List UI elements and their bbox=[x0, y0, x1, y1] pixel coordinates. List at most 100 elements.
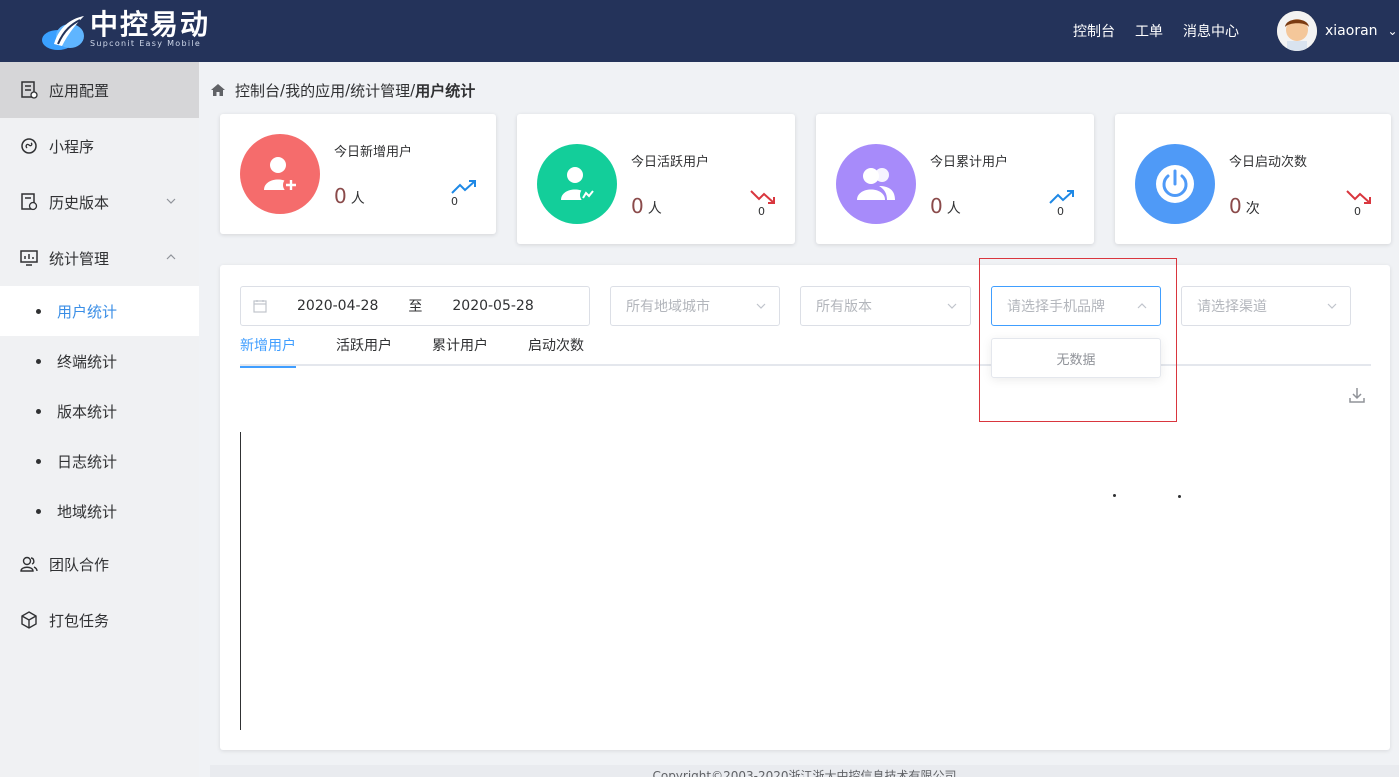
card-label: 今日启动次数 bbox=[1229, 155, 1308, 170]
card-value-unit: 人 bbox=[350, 191, 365, 207]
sidebar: 应用配置 小程序 历史版本 统计管理 用户统计 终端统计 版本统计 日志统计 地… bbox=[0, 62, 199, 777]
trend-down-icon bbox=[750, 190, 775, 204]
stats-tabs: 新增用户 活跃用户 累计用户 启动次数 bbox=[240, 333, 1371, 368]
sidebar-subitem-label: 终端统计 bbox=[57, 352, 118, 371]
avatar-face-icon bbox=[1277, 11, 1317, 51]
version-select[interactable]: 所有版本 bbox=[800, 286, 971, 326]
logo-subtitle: Supconit Easy Mobile bbox=[90, 39, 202, 48]
chevron-down-icon[interactable] bbox=[165, 195, 177, 207]
add-user-icon bbox=[240, 134, 320, 214]
footer-copyright: Copyright©2003-2020浙江浙大中控信息技术有限公司 bbox=[210, 765, 1399, 777]
trend-up-icon bbox=[451, 180, 476, 194]
tab-launch-count[interactable]: 启动次数 bbox=[528, 333, 584, 366]
sidebar-subitem-region-stats[interactable]: 地域统计 bbox=[0, 486, 199, 536]
power-icon bbox=[1135, 144, 1215, 224]
card-value: 0人 bbox=[334, 184, 365, 208]
trend-value: 0 bbox=[1354, 205, 1361, 218]
stats-panel: 2020-04-28 至 2020-05-28 所有地域城市 所有版本 请选择手… bbox=[220, 265, 1390, 750]
card-value-number: 0 bbox=[930, 194, 943, 218]
breadcrumb-statistics[interactable]: 统计管理 bbox=[350, 80, 410, 101]
logo-cloud-icon bbox=[42, 16, 84, 50]
sidebar-item-statistics[interactable]: 统计管理 bbox=[0, 230, 199, 286]
trend-down-icon bbox=[1346, 190, 1371, 204]
active-user-icon bbox=[537, 144, 617, 224]
username[interactable]: xiaoran bbox=[1325, 23, 1378, 39]
chevron-down-icon bbox=[1327, 303, 1337, 309]
app-config-icon bbox=[18, 79, 40, 101]
sidebar-item-label: 团队合作 bbox=[49, 555, 110, 574]
top-header: 中控易动 Supconit Easy Mobile 控制台 工单 消息中心 xi… bbox=[0, 0, 1399, 62]
region-select[interactable]: 所有地域城市 bbox=[610, 286, 780, 326]
date-end-input[interactable]: 2020-05-28 bbox=[452, 298, 533, 314]
sidebar-subitem-label: 用户统计 bbox=[57, 302, 118, 321]
logo[interactable]: 中控易动 Supconit Easy Mobile bbox=[40, 8, 210, 54]
brand-select[interactable]: 请选择手机品牌 bbox=[991, 286, 1161, 326]
sidebar-item-mini-program[interactable]: 小程序 bbox=[0, 118, 199, 174]
brand-dropdown: 无数据 bbox=[991, 338, 1161, 378]
tab-active-users[interactable]: 活跃用户 bbox=[336, 333, 392, 366]
nav-work-order[interactable]: 工单 bbox=[1135, 21, 1163, 41]
sidebar-subitem-log-stats[interactable]: 日志统计 bbox=[0, 436, 199, 486]
home-icon[interactable] bbox=[210, 82, 226, 98]
bullet-icon bbox=[36, 308, 41, 314]
user-menu[interactable]: xiaoran ⌄ bbox=[1277, 0, 1399, 62]
sidebar-subitem-version-stats[interactable]: 版本统计 bbox=[0, 386, 199, 436]
tab-total-users[interactable]: 累计用户 bbox=[432, 333, 488, 366]
channel-select[interactable]: 请选择渠道 bbox=[1181, 286, 1351, 326]
card-label: 今日新增用户 bbox=[334, 145, 413, 160]
card-value: 0人 bbox=[930, 194, 961, 218]
bullet-icon bbox=[36, 458, 41, 464]
card-label: 今日累计用户 bbox=[930, 155, 1009, 170]
statistics-icon bbox=[18, 247, 40, 269]
breadcrumb-console[interactable]: 控制台 bbox=[235, 80, 280, 101]
sidebar-item-app-config[interactable]: 应用配置 bbox=[0, 62, 199, 118]
avatar[interactable] bbox=[1277, 11, 1317, 51]
sidebar-item-team[interactable]: 团队合作 bbox=[0, 536, 199, 592]
card-new-users: 今日新增用户 0人 0 bbox=[220, 114, 496, 234]
chevron-down-icon[interactable]: ⌄ bbox=[1388, 24, 1398, 38]
calendar-icon bbox=[253, 300, 267, 313]
sidebar-subitem-label: 版本统计 bbox=[57, 402, 118, 421]
date-range-picker[interactable]: 2020-04-28 至 2020-05-28 bbox=[240, 286, 590, 326]
trend-value: 0 bbox=[1057, 205, 1064, 218]
chevron-up-icon bbox=[1137, 303, 1147, 309]
channel-select-placeholder: 请选择渠道 bbox=[1197, 299, 1267, 315]
package-icon bbox=[18, 609, 40, 631]
trend-value: 0 bbox=[451, 195, 458, 208]
chart-axis-line bbox=[240, 432, 241, 730]
team-icon bbox=[18, 553, 40, 575]
sidebar-item-label: 统计管理 bbox=[49, 249, 110, 268]
nav-message-center[interactable]: 消息中心 bbox=[1183, 21, 1239, 41]
brand-select-placeholder: 请选择手机品牌 bbox=[1007, 299, 1105, 315]
sidebar-subitem-terminal-stats[interactable]: 终端统计 bbox=[0, 336, 199, 386]
logo-title: 中控易动 bbox=[90, 8, 211, 41]
chart-point bbox=[1178, 495, 1181, 498]
trend-up-icon bbox=[1049, 190, 1074, 204]
top-nav: 控制台 工单 消息中心 bbox=[1073, 0, 1239, 62]
chevron-up-icon[interactable] bbox=[165, 251, 177, 263]
version-select-placeholder: 所有版本 bbox=[816, 299, 872, 315]
users-group-icon bbox=[836, 144, 916, 224]
dropdown-empty-text: 无数据 bbox=[1056, 352, 1096, 368]
date-start-input[interactable]: 2020-04-28 bbox=[297, 298, 378, 314]
breadcrumb-my-apps[interactable]: 我的应用 bbox=[285, 80, 345, 101]
sidebar-item-history[interactable]: 历史版本 bbox=[0, 174, 199, 230]
tab-new-users[interactable]: 新增用户 bbox=[240, 333, 296, 368]
card-active-users: 今日活跃用户 0人 0 bbox=[517, 114, 795, 244]
sidebar-item-package[interactable]: 打包任务 bbox=[0, 592, 199, 648]
card-value-unit: 人 bbox=[946, 201, 961, 217]
card-value: 0人 bbox=[631, 194, 662, 218]
region-select-placeholder: 所有地域城市 bbox=[626, 299, 710, 315]
chart-point bbox=[1113, 494, 1116, 497]
nav-console[interactable]: 控制台 bbox=[1073, 21, 1115, 41]
date-separator: 至 bbox=[408, 299, 423, 315]
card-launch-count: 今日启动次数 0次 0 bbox=[1115, 114, 1391, 244]
sidebar-subitem-user-stats[interactable]: 用户统计 bbox=[0, 286, 199, 336]
download-icon[interactable] bbox=[1348, 386, 1366, 404]
chevron-down-icon bbox=[756, 303, 766, 309]
sidebar-item-label: 历史版本 bbox=[49, 193, 110, 212]
chevron-down-icon bbox=[947, 303, 957, 309]
mini-program-icon bbox=[18, 135, 40, 157]
card-value: 0次 bbox=[1229, 194, 1260, 218]
sidebar-item-label: 小程序 bbox=[49, 137, 95, 156]
